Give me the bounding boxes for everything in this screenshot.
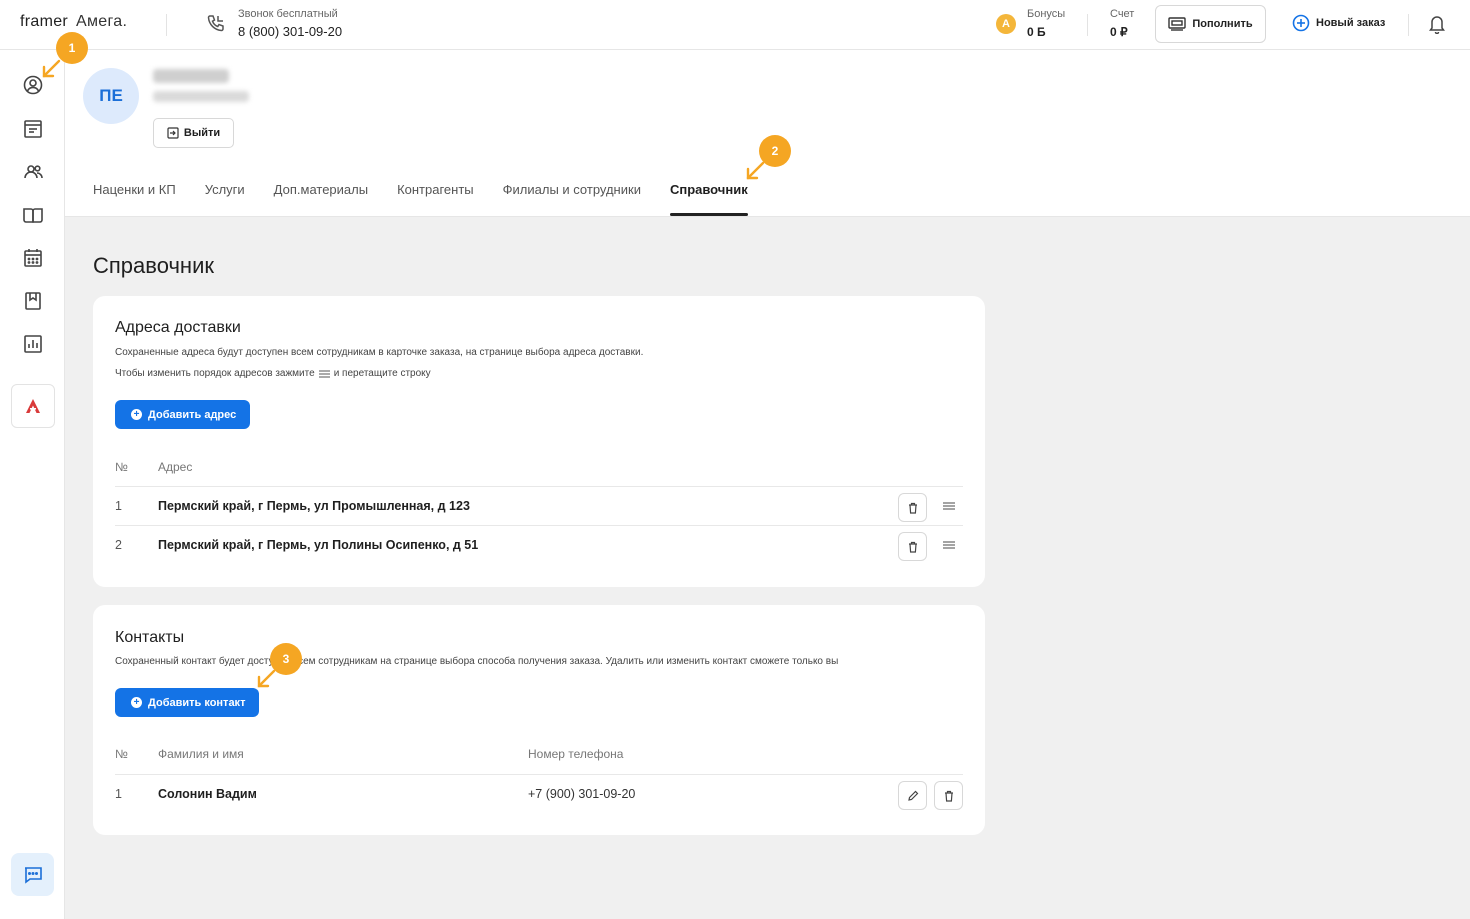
add-contact-button[interactable]: + Добавить контакт — [115, 688, 260, 717]
row-address: Пермский край, г Пермь, ул Промышленная,… — [158, 499, 470, 513]
bonus-value: 0 Б — [1027, 25, 1046, 39]
wallet-icon — [1168, 17, 1187, 31]
divider — [166, 14, 167, 36]
new-order-button[interactable]: Новый заказ — [1292, 14, 1385, 32]
column-phone: Номер телефона — [528, 747, 624, 761]
addresses-card: Адреса доставки Сохраненные адреса будут… — [93, 296, 985, 587]
drag-handle-icon[interactable] — [943, 501, 955, 511]
avatar: ПЕ — [83, 68, 139, 124]
drag-handle-icon[interactable] — [943, 540, 955, 550]
trash-icon — [944, 790, 953, 802]
tab-markup[interactable]: Наценки и КП — [93, 182, 176, 216]
top-bar: framer Амега. Звонок бесплатный 8 (800) 3… — [0, 0, 1470, 50]
topup-label: Пополнить — [1192, 18, 1253, 30]
drag-handle-icon — [318, 370, 330, 377]
bonus-label: Бонусы — [1027, 8, 1066, 20]
tab-counterparties[interactable]: Контрагенты — [397, 182, 474, 216]
chat-icon — [24, 866, 42, 884]
phone-number[interactable]: 8 (800) 301-09-20 — [238, 24, 342, 39]
delete-button[interactable] — [934, 781, 963, 810]
divider — [1408, 14, 1409, 36]
topup-button[interactable]: Пополнить — [1155, 5, 1266, 43]
add-contact-label: Добавить контакт — [148, 696, 246, 709]
bonus-coin-icon: A — [996, 14, 1016, 34]
add-address-button[interactable]: + Добавить адрес — [115, 400, 251, 429]
add-address-label: Добавить адрес — [148, 408, 237, 421]
delete-button[interactable] — [898, 532, 927, 561]
logout-icon — [167, 127, 179, 139]
pencil-icon — [907, 790, 918, 801]
logo[interactable]: framer Амега. — [20, 13, 127, 31]
account-value: 0 ₽ — [1110, 25, 1128, 39]
user-email-redacted — [153, 91, 249, 102]
addresses-note: Сохраненные адреса будут доступен всем с… — [115, 347, 644, 358]
catalog-icon[interactable] — [22, 204, 44, 226]
column-name: Фамилия и имя — [158, 747, 244, 761]
row-number: 1 — [115, 787, 122, 801]
settings-tabs: Наценки и КП Услуги Доп.материалы Контра… — [93, 182, 777, 216]
reorder-hint-start: Чтобы изменить порядок адресов зажмите — [115, 368, 315, 379]
edit-button[interactable] — [898, 781, 927, 810]
delete-button[interactable] — [898, 493, 927, 522]
trash-icon — [908, 502, 917, 514]
addresses-reorder-hint: Чтобы изменить порядок адресов зажмите и… — [115, 368, 431, 379]
annotation-arrow-icon — [257, 669, 276, 688]
tab-branches[interactable]: Филиалы и сотрудники — [503, 182, 641, 216]
tab-directory[interactable]: Справочник — [669, 182, 748, 216]
addresses-title: Адреса доставки — [115, 319, 241, 336]
bell-icon[interactable] — [1428, 14, 1446, 34]
reorder-hint-end: и перетащите строку — [333, 368, 431, 379]
row-number: 2 — [115, 538, 122, 552]
page-title: Справочник — [93, 253, 214, 278]
annotation-arrow-icon — [42, 59, 61, 78]
logo-framer: framer — [20, 13, 69, 30]
tab-services[interactable]: Услуги — [205, 182, 245, 216]
column-number: № — [115, 747, 128, 761]
logo-amega: Амега. — [76, 13, 128, 30]
column-number: № — [115, 460, 128, 474]
row-address: Пермский край, г Пермь, ул Полины Осипен… — [158, 538, 479, 552]
tab-materials[interactable]: Доп.материалы — [274, 182, 368, 216]
phone-caption: Звонок бесплатный — [238, 8, 338, 20]
plus-icon: + — [131, 697, 142, 708]
contacts-note: Сохраненный контакт будет доступен всем … — [115, 656, 839, 667]
stats-icon[interactable] — [22, 333, 44, 355]
divider — [1087, 14, 1088, 36]
new-order-label: Новый заказ — [1316, 17, 1386, 29]
phone-icon — [207, 15, 224, 32]
users-icon[interactable] — [22, 161, 44, 183]
account-label: Счет — [1110, 8, 1135, 20]
chat-button[interactable] — [11, 853, 54, 896]
sidebar — [0, 50, 65, 919]
plus-circle-icon — [1292, 14, 1310, 32]
orders-icon[interactable] — [22, 118, 44, 140]
user-name-redacted — [153, 69, 229, 83]
annotation-arrow-icon — [746, 161, 765, 180]
calendar-icon[interactable] — [22, 247, 44, 269]
logout-label: Выйти — [183, 127, 221, 139]
profile-header: ПЕ Выйти Наценки и КП Услуги Доп.материа… — [65, 50, 1470, 217]
contact-phone: +7 (900) 301-09-20 — [528, 787, 636, 801]
contact-name: Солонин Вадим — [158, 787, 257, 801]
table-row: 1 Пермский край, г Пермь, ул Промышленна… — [115, 486, 963, 526]
contacts-card: Контакты Сохраненный контакт будет досту… — [93, 605, 985, 835]
brand-app-button[interactable] — [11, 384, 55, 428]
bookmark-icon[interactable] — [22, 290, 44, 312]
table-row: 1 Солонин Вадим +7 (900) 301-09-20 — [115, 774, 963, 814]
logout-button[interactable]: Выйти — [153, 118, 234, 148]
plus-icon: + — [131, 409, 142, 420]
brand-a-icon — [26, 399, 40, 413]
column-address: Адрес — [158, 460, 193, 474]
table-row: 2 Пермский край, г Пермь, ул Полины Осип… — [115, 525, 963, 565]
row-number: 1 — [115, 499, 122, 513]
trash-icon — [908, 541, 917, 553]
contacts-title: Контакты — [115, 629, 185, 646]
